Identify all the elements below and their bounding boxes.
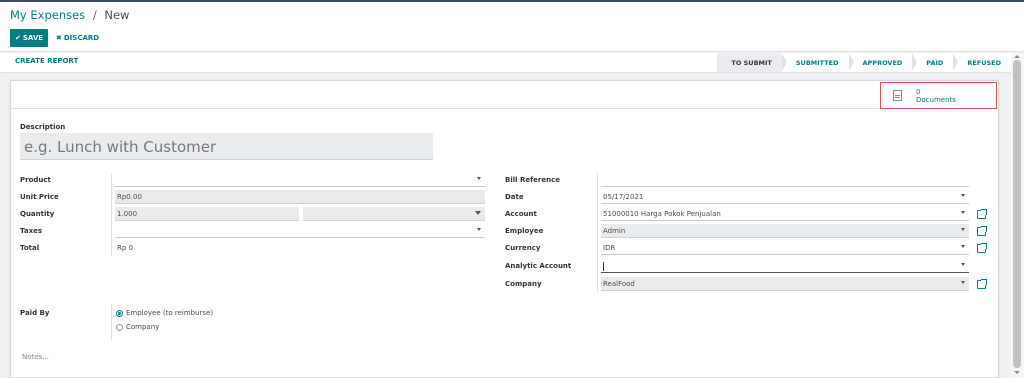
employee-label: Employee	[505, 227, 544, 235]
documents-text: 0 Documents	[916, 88, 956, 104]
chevron-down-icon[interactable]	[477, 228, 481, 231]
notes-field[interactable]: Notes...	[22, 353, 49, 361]
company-label: Company	[505, 280, 542, 288]
date-label: Date	[505, 193, 524, 201]
breadcrumb-current: New	[104, 8, 130, 22]
stage-refused[interactable]: REFUSED	[953, 53, 1011, 72]
product-label: Product	[20, 176, 51, 184]
taxes-label: Taxes	[20, 227, 43, 235]
description-label: Description	[20, 123, 66, 131]
chevron-down-icon[interactable]	[477, 177, 481, 180]
text-cursor	[603, 262, 604, 271]
chevron-down-icon[interactable]	[961, 194, 965, 197]
form-sheet: 0 Documents Description e.g. Lunch with …	[10, 80, 999, 378]
employee-value: Admin	[603, 227, 626, 235]
check-icon: ✔	[14, 34, 21, 42]
scroll-up-arrow[interactable]	[1014, 55, 1020, 58]
total-value: Rp 0	[117, 244, 133, 252]
chevron-down-icon[interactable]	[961, 228, 965, 231]
bill-reference-field[interactable]	[601, 173, 969, 187]
employee-field[interactable]: Admin	[601, 224, 969, 238]
product-field[interactable]	[115, 173, 485, 187]
quantity-label: Quantity	[20, 210, 55, 218]
unit-price-value: Rp0.00	[117, 193, 142, 201]
external-link-icon[interactable]	[977, 209, 987, 219]
total-label: Total	[20, 244, 40, 252]
analytic-account-label: Analytic Account	[505, 262, 572, 270]
close-icon: ✖	[56, 34, 62, 42]
company-field[interactable]: RealFood	[601, 277, 969, 291]
unit-price-field[interactable]: Rp0.00	[115, 190, 485, 204]
document-icon	[893, 90, 902, 101]
paid-by-divider	[111, 304, 112, 340]
save-button[interactable]: ✔ SAVE	[10, 29, 48, 47]
documents-count: 0	[916, 87, 921, 96]
save-button-label: SAVE	[22, 34, 44, 42]
chevron-down-icon[interactable]	[961, 281, 965, 284]
scroll-down-arrow[interactable]	[1014, 371, 1020, 374]
currency-value: IDR	[603, 244, 616, 252]
taxes-field[interactable]	[115, 224, 485, 238]
radio-company-label[interactable]: Company	[126, 323, 159, 331]
chevron-down-icon[interactable]	[961, 245, 965, 248]
right-column-divider	[597, 173, 598, 293]
uom-select[interactable]	[303, 207, 485, 221]
account-field[interactable]: 51000010 Harga Pokok Penjualan	[601, 207, 969, 221]
paid-by-label: Paid By	[20, 309, 50, 317]
account-label: Account	[505, 210, 537, 218]
date-value: 05/17/2021	[603, 193, 644, 201]
date-field[interactable]: 05/17/2021	[601, 190, 969, 204]
breadcrumb-separator: /	[92, 8, 97, 22]
breadcrumb: My Expenses / New	[10, 8, 129, 22]
external-link-icon[interactable]	[977, 243, 987, 253]
bill-reference-label: Bill Reference	[505, 176, 560, 184]
stage-paid[interactable]: PAID	[912, 53, 959, 72]
discard-button[interactable]: ✖ DISCARD	[56, 29, 99, 47]
chevron-down-icon[interactable]	[961, 211, 965, 214]
currency-label: Currency	[505, 244, 541, 252]
chevron-down-icon[interactable]	[961, 263, 965, 266]
button-box: 0 Documents	[11, 81, 998, 109]
documents-smart-button[interactable]: 0 Documents	[880, 82, 997, 109]
discard-button-label: DISCARD	[63, 34, 100, 42]
analytic-account-field[interactable]	[601, 259, 969, 273]
control-panel: My Expenses / New ✔ SAVE ✖ DISCARD	[0, 2, 1024, 52]
header-statusbar-row: CREATE REPORT TO SUBMIT SUBMITTED APPROV…	[0, 53, 1024, 73]
create-report-button[interactable]: CREATE REPORT	[15, 57, 78, 65]
stage-submitted[interactable]: SUBMITTED	[781, 53, 854, 72]
left-column-divider	[111, 173, 112, 256]
currency-field[interactable]: IDR	[601, 241, 969, 255]
radio-employee[interactable]	[116, 310, 123, 317]
chevron-down-icon[interactable]	[475, 211, 481, 215]
external-link-icon[interactable]	[977, 279, 987, 289]
description-input[interactable]: e.g. Lunch with Customer	[20, 133, 433, 160]
quantity-value: 1.000	[117, 210, 138, 218]
status-bar: TO SUBMIT SUBMITTED APPROVED PAID REFUSE…	[717, 53, 1011, 72]
scrollbar-thumb[interactable]	[1013, 60, 1021, 368]
quantity-field[interactable]: 1.000	[115, 207, 299, 221]
unit-price-label: Unit Price	[20, 193, 59, 201]
account-value: 51000010 Harga Pokok Penjualan	[603, 210, 721, 218]
documents-label: Documents	[916, 95, 956, 104]
company-value: RealFood	[603, 280, 635, 288]
radio-company[interactable]	[116, 324, 123, 331]
breadcrumb-my-expenses[interactable]: My Expenses	[10, 8, 85, 22]
external-link-icon[interactable]	[977, 226, 987, 236]
radio-employee-label[interactable]: Employee (to reimburse)	[126, 309, 213, 317]
stage-approved[interactable]: APPROVED	[848, 53, 918, 72]
stage-to-submit[interactable]: TO SUBMIT	[717, 53, 788, 72]
